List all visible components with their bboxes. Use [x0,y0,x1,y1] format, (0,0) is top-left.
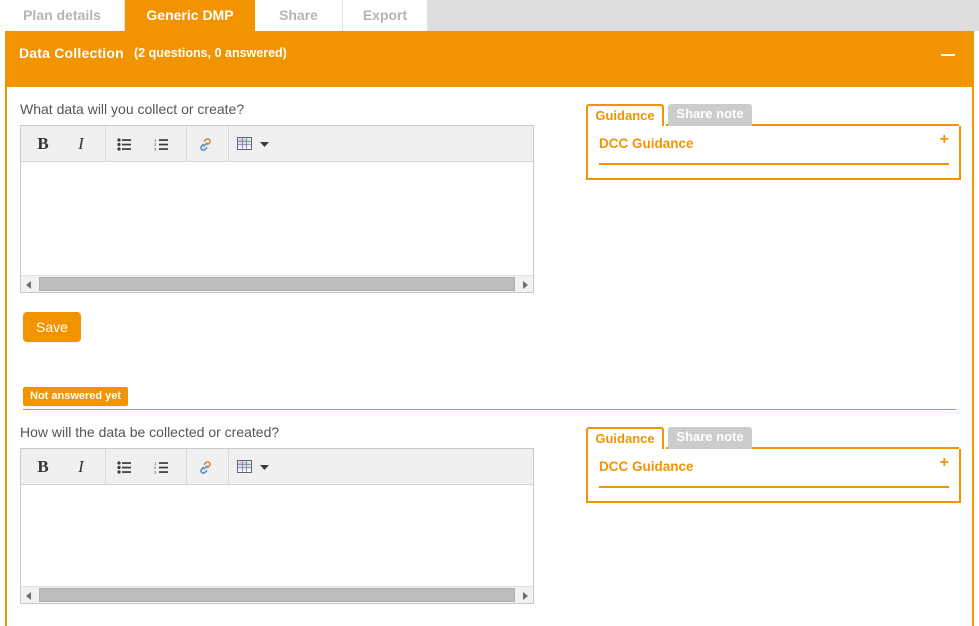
expand-plus-icon[interactable]: + [940,132,949,148]
chevron-down-icon [260,142,270,148]
svg-text:3: 3 [154,469,157,473]
guidance-body: DCC Guidance + [586,447,961,503]
main-tab-strip: Plan details Generic DMP Share Export [0,0,979,31]
italic-icon[interactable]: I [63,126,99,161]
rich-text-editor[interactable]: B I 1 2 3 [20,125,534,293]
scrollbar-thumb[interactable] [39,588,515,602]
ordered-list-icon[interactable]: 1 2 3 [143,126,179,161]
link-icon[interactable] [186,126,223,161]
section-body-panel: What data will you collect or create? B … [5,87,974,626]
save-button[interactable]: Save [23,312,81,342]
horizontal-scrollbar[interactable] [21,586,533,603]
table-icon[interactable] [228,126,277,161]
question-block: What data will you collect or create? B … [7,87,972,410]
guidance-panel: Guidance Share note DCC Guidance + [586,104,961,180]
guidance-tab-strip: Guidance Share note [586,104,961,126]
tab-share-note[interactable]: Share note [668,427,752,449]
arrow-right-icon[interactable] [516,276,533,292]
editor-toolbar: B I 1 2 3 [21,126,533,162]
arrow-left-icon[interactable] [21,587,38,603]
rich-text-editor[interactable]: B I 1 2 3 [20,448,534,604]
arrow-right-icon[interactable] [516,587,533,603]
minus-icon[interactable] [940,47,956,63]
tab-guidance[interactable]: Guidance [586,104,664,126]
section-question-count: (2 questions, 0 answered) [134,46,287,60]
guidance-item-dcc[interactable]: DCC Guidance + [599,132,949,165]
guidance-item-dcc[interactable]: DCC Guidance + [599,455,949,488]
bold-icon[interactable]: B [25,449,61,484]
table-icon[interactable] [228,449,277,484]
expand-plus-icon[interactable]: + [940,455,949,471]
chevron-down-icon [260,465,270,471]
unordered-list-icon[interactable] [105,126,142,161]
tab-generic-dmp[interactable]: Generic DMP [125,0,255,31]
guidance-item-label: DCC Guidance [599,136,694,151]
question-label: What data will you collect or create? [20,101,245,117]
tab-share-note[interactable]: Share note [668,104,752,126]
guidance-item-label: DCC Guidance [599,459,694,474]
bold-icon[interactable]: B [25,126,61,161]
answer-text-area[interactable] [21,485,533,586]
italic-icon[interactable]: I [63,449,99,484]
arrow-left-icon[interactable] [21,276,38,292]
tab-guidance[interactable]: Guidance [586,427,664,449]
question-block: How will the data be collected or create… [7,410,972,626]
guidance-tab-strip: Guidance Share note [586,427,961,449]
status-badge: Not answered yet [23,387,129,406]
scrollbar-thumb[interactable] [39,277,515,291]
answer-text-area[interactable] [21,162,533,275]
link-icon[interactable] [186,449,223,484]
guidance-body: DCC Guidance + [586,124,961,180]
tab-share[interactable]: Share [255,0,343,31]
unordered-list-icon[interactable] [105,449,142,484]
horizontal-scrollbar[interactable] [21,275,533,292]
tab-plan-details[interactable]: Plan details [0,0,125,31]
section-header-data-collection[interactable]: Data Collection (2 questions, 0 answered… [5,31,974,87]
guidance-panel: Guidance Share note DCC Guidance + [586,427,961,503]
tab-export[interactable]: Export [343,0,428,31]
editor-toolbar: B I 1 2 3 [21,449,533,485]
ordered-list-icon[interactable]: 1 2 3 [143,449,179,484]
question-label: How will the data be collected or create… [20,424,280,440]
section-title: Data Collection [19,45,124,61]
svg-text:3: 3 [154,146,157,150]
